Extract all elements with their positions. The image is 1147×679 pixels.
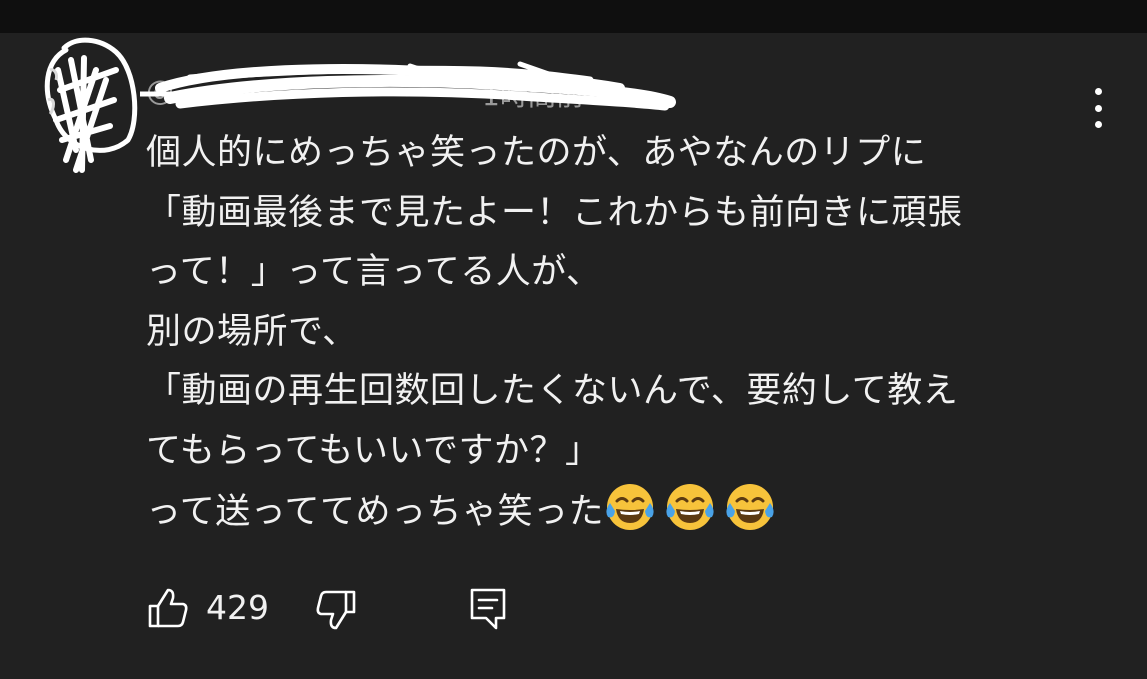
comment-last-line: って送っててめっちゃ笑った xyxy=(146,481,1106,541)
comment-line: 個人的にめっちゃ笑ったのが、あやなんのリプに xyxy=(146,133,927,173)
comment-line: って！」って言ってる人が、 xyxy=(146,252,602,292)
tears-of-joy-emoji-icon xyxy=(666,484,714,530)
comment-line: って送っててめっちゃ笑った xyxy=(146,492,605,532)
thumbs-down-icon xyxy=(316,590,356,630)
reply-comment-icon xyxy=(470,588,506,630)
status-bar xyxy=(0,0,1147,33)
comment-actions: 429 xyxy=(146,584,546,634)
avatar[interactable] xyxy=(36,30,144,182)
like-count: 429 xyxy=(206,588,269,627)
comment-line: 別の場所で、 xyxy=(146,311,358,352)
thumbs-up-icon xyxy=(148,588,188,628)
scribble-overlay xyxy=(44,37,138,173)
tears-of-joy-emoji-icon xyxy=(606,484,654,530)
reply-button[interactable] xyxy=(466,584,510,632)
like-button[interactable] xyxy=(146,584,190,632)
comment-line: 「動画の再生回数回したくないんで、要約して教え xyxy=(146,371,959,411)
comment-line: 「動画最後まで見たよー！これからも前向きに頑張 xyxy=(146,192,963,233)
dislike-button[interactable] xyxy=(314,584,358,632)
tears-of-joy-emoji-icon xyxy=(726,484,774,530)
comment-line: てもらってもいいですか？」 xyxy=(146,430,601,471)
comment-text: 個人的にめっちゃ笑ったのが、あやなんのリプに 「動画最後まで見たよー！これからも… xyxy=(146,124,1106,541)
redaction-scribble xyxy=(135,58,680,120)
